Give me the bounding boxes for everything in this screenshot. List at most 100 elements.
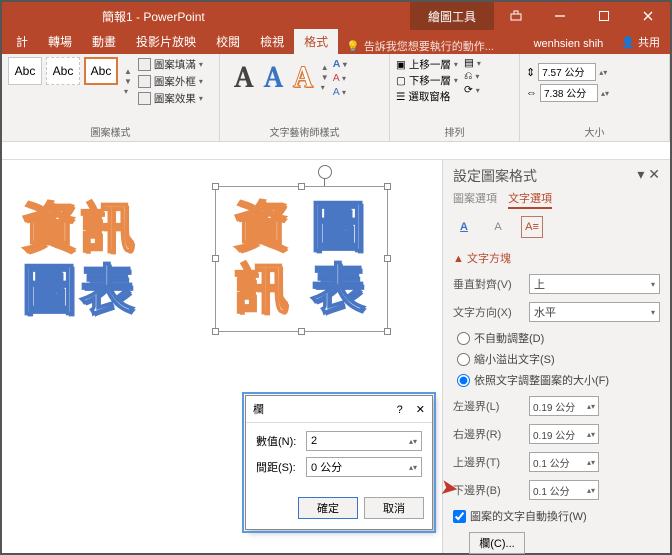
- shape-effects-button[interactable]: 圖案效果 ▾: [138, 91, 203, 106]
- bulb-icon: 💡: [346, 40, 360, 53]
- resize-handle-s[interactable]: [298, 328, 305, 335]
- tab-review[interactable]: 校閱: [206, 29, 250, 54]
- selection-pane-button[interactable]: ☰選取窗格: [396, 89, 458, 104]
- direction-combo[interactable]: 水平▾: [529, 302, 660, 322]
- text-effects-button[interactable]: A ▾: [333, 86, 347, 98]
- shape-outline-button[interactable]: 圖案外框 ▾: [138, 74, 203, 89]
- format-shape-pane: 設定圖案格式 ▾ ✕ 圖案選項 文字選項 A A A≡ ▲ 文字方塊 垂直對齊(…: [442, 160, 670, 553]
- group-button[interactable]: ⎌▾: [464, 70, 481, 83]
- wa-expand-icon[interactable]: ▾: [321, 83, 329, 92]
- textbox-right-selected[interactable]: 資 圖 訊 表: [215, 186, 388, 332]
- ribbon-options-button[interactable]: [494, 2, 538, 30]
- wa-down-icon[interactable]: ▼: [321, 73, 329, 82]
- autofit-none-radio[interactable]: 不自動調整(D): [457, 330, 660, 346]
- resize-handle-ne[interactable]: [384, 183, 391, 190]
- shape-style-3[interactable]: Abc: [84, 57, 118, 85]
- height-input[interactable]: 7.57 公分: [538, 63, 596, 81]
- group-size: ⇕ 7.57 公分 ▴▾ ⇔ 7.38 公分 ▴▾ 大小: [520, 54, 670, 141]
- tell-me-box[interactable]: 💡 告訴我您想要執行的動作...: [346, 38, 494, 54]
- height-spinner[interactable]: ▴▾: [599, 68, 607, 77]
- rotate-button[interactable]: ⟳▾: [464, 84, 481, 96]
- tab-slideshow[interactable]: 投影片放映: [126, 29, 206, 54]
- group-shape-styles: Abc Abc Abc ▲ ▼ ▾ 圖案填滿 ▾ 圖案外框 ▾ 圖案效果 ▾ 圖…: [2, 54, 220, 141]
- margin-bottom-input[interactable]: 0.1 公分▴▾: [529, 480, 599, 500]
- wrap-text-label: 圖案的文字自動換行(W): [470, 508, 587, 524]
- dialog-cancel-button[interactable]: 取消: [364, 497, 424, 519]
- width-spinner[interactable]: ▴▾: [601, 89, 609, 98]
- wrap-text-checkbox[interactable]: [453, 510, 466, 523]
- text-fill-button[interactable]: A ▾: [333, 58, 347, 70]
- margin-right-label: 右邊界(R): [453, 426, 523, 442]
- wordart-style-2[interactable]: A: [264, 60, 284, 95]
- resize-handle-se[interactable]: [384, 328, 391, 335]
- tab-view[interactable]: 檢視: [250, 29, 294, 54]
- autofit-shrink-radio[interactable]: 縮小溢出文字(S): [457, 351, 660, 367]
- pane-close-icon[interactable]: ▾ ✕: [637, 166, 660, 186]
- gallery-expand-icon[interactable]: ▾: [124, 87, 132, 96]
- group-label-size: 大小: [526, 122, 663, 139]
- text-effects-tab-icon[interactable]: A: [487, 216, 509, 238]
- shape-fill-button[interactable]: 圖案填滿 ▾: [138, 57, 203, 72]
- dialog-ok-button[interactable]: 確定: [298, 497, 358, 519]
- align-button[interactable]: ▤▾: [464, 57, 481, 69]
- margin-top-input[interactable]: 0.1 公分▴▾: [529, 452, 599, 472]
- wordart-style-1[interactable]: A: [234, 60, 254, 95]
- resize-handle-n[interactable]: [298, 183, 305, 190]
- resize-handle-sw[interactable]: [212, 328, 219, 335]
- columns-button[interactable]: 欄(C)...: [469, 532, 525, 554]
- ribbon: Abc Abc Abc ▲ ▼ ▾ 圖案填滿 ▾ 圖案外框 ▾ 圖案效果 ▾ 圖…: [2, 54, 670, 142]
- resize-handle-e[interactable]: [384, 255, 391, 262]
- resize-handle-nw[interactable]: [212, 183, 219, 190]
- text-fill-tab-icon[interactable]: A: [453, 216, 475, 238]
- tab-transitions[interactable]: 轉場: [38, 29, 82, 54]
- user-account[interactable]: wenhsien shih: [528, 34, 610, 54]
- textbox-left[interactable]: 資訊 圖表: [22, 198, 138, 322]
- textbox-tab-icon[interactable]: A≡: [521, 216, 543, 238]
- send-backward-button[interactable]: ▢下移一層 ▾: [396, 73, 458, 88]
- tell-me-placeholder: 告訴我您想要執行的動作...: [364, 38, 494, 54]
- text-outline-button[interactable]: A ▾: [333, 72, 347, 84]
- valign-combo[interactable]: 上▾: [529, 274, 660, 294]
- shape-style-2[interactable]: Abc: [46, 57, 80, 85]
- pane-tab-text-options[interactable]: 文字選項: [508, 193, 552, 209]
- gallery-down-icon[interactable]: ▼: [124, 77, 132, 86]
- pane-tab-shape-options[interactable]: 圖案選項: [453, 193, 497, 205]
- margin-left-input[interactable]: 0.19 公分▴▾: [529, 396, 599, 416]
- group-label-arrange: 排列: [396, 122, 513, 139]
- group-label-wordart: 文字藝術師樣式: [226, 122, 383, 139]
- section-textbox[interactable]: ▲ 文字方塊: [453, 250, 660, 266]
- contextual-tab-label: 繪圖工具: [410, 2, 494, 30]
- annotation-arrow-icon: ➤: [438, 474, 460, 502]
- minimize-button[interactable]: [538, 2, 582, 30]
- shape-style-1[interactable]: Abc: [8, 57, 42, 85]
- wordart-style-3[interactable]: A: [293, 60, 313, 95]
- dialog-help-icon[interactable]: ?: [397, 404, 403, 416]
- close-button[interactable]: [626, 2, 670, 30]
- pane-title: 設定圖案格式 ▾ ✕: [453, 166, 660, 186]
- direction-label: 文字方向(X): [453, 304, 523, 320]
- title-bar: 簡報1 - PowerPoint 繪圖工具: [2, 2, 670, 30]
- group-wordart-styles: A A A ▲ ▼ ▾ A ▾ A ▾ A ▾ 文字藝術師樣式: [220, 54, 390, 141]
- dialog-close-icon[interactable]: ✕: [416, 404, 425, 416]
- wa-up-icon[interactable]: ▲: [321, 63, 329, 72]
- rotate-handle[interactable]: [318, 165, 332, 179]
- width-input[interactable]: 7.38 公分: [540, 84, 598, 102]
- share-button[interactable]: 👤 共用: [611, 30, 670, 54]
- gallery-up-icon[interactable]: ▲: [124, 67, 132, 76]
- bring-forward-button[interactable]: ▣上移一層 ▾: [396, 57, 458, 72]
- columns-dialog: 欄 ? ✕ 數值(N): 2▴▾ 間距(S): 0 公分▴▾ 確定 取消: [245, 395, 433, 530]
- columns-spacing-label: 間距(S):: [256, 459, 300, 475]
- tab-animations[interactable]: 動畫: [82, 29, 126, 54]
- group-arrange: ▣上移一層 ▾ ▢下移一層 ▾ ☰選取窗格 ▤▾ ⎌▾ ⟳▾ 排列: [390, 54, 520, 141]
- columns-count-input[interactable]: 2▴▾: [306, 431, 422, 451]
- resize-handle-w[interactable]: [212, 255, 219, 262]
- margin-bottom-label: 下邊界(B): [453, 482, 523, 498]
- margin-right-input[interactable]: 0.19 公分▴▾: [529, 424, 599, 444]
- autofit-resize-radio[interactable]: 依照文字調整圖案的大小(F): [457, 372, 660, 388]
- maximize-button[interactable]: [582, 2, 626, 30]
- tab-design[interactable]: 計: [6, 29, 38, 54]
- width-icon: ⇔: [526, 87, 537, 99]
- columns-spacing-input[interactable]: 0 公分▴▾: [306, 457, 422, 477]
- tab-format[interactable]: 格式: [294, 29, 338, 54]
- margin-left-label: 左邊界(L): [453, 398, 523, 414]
